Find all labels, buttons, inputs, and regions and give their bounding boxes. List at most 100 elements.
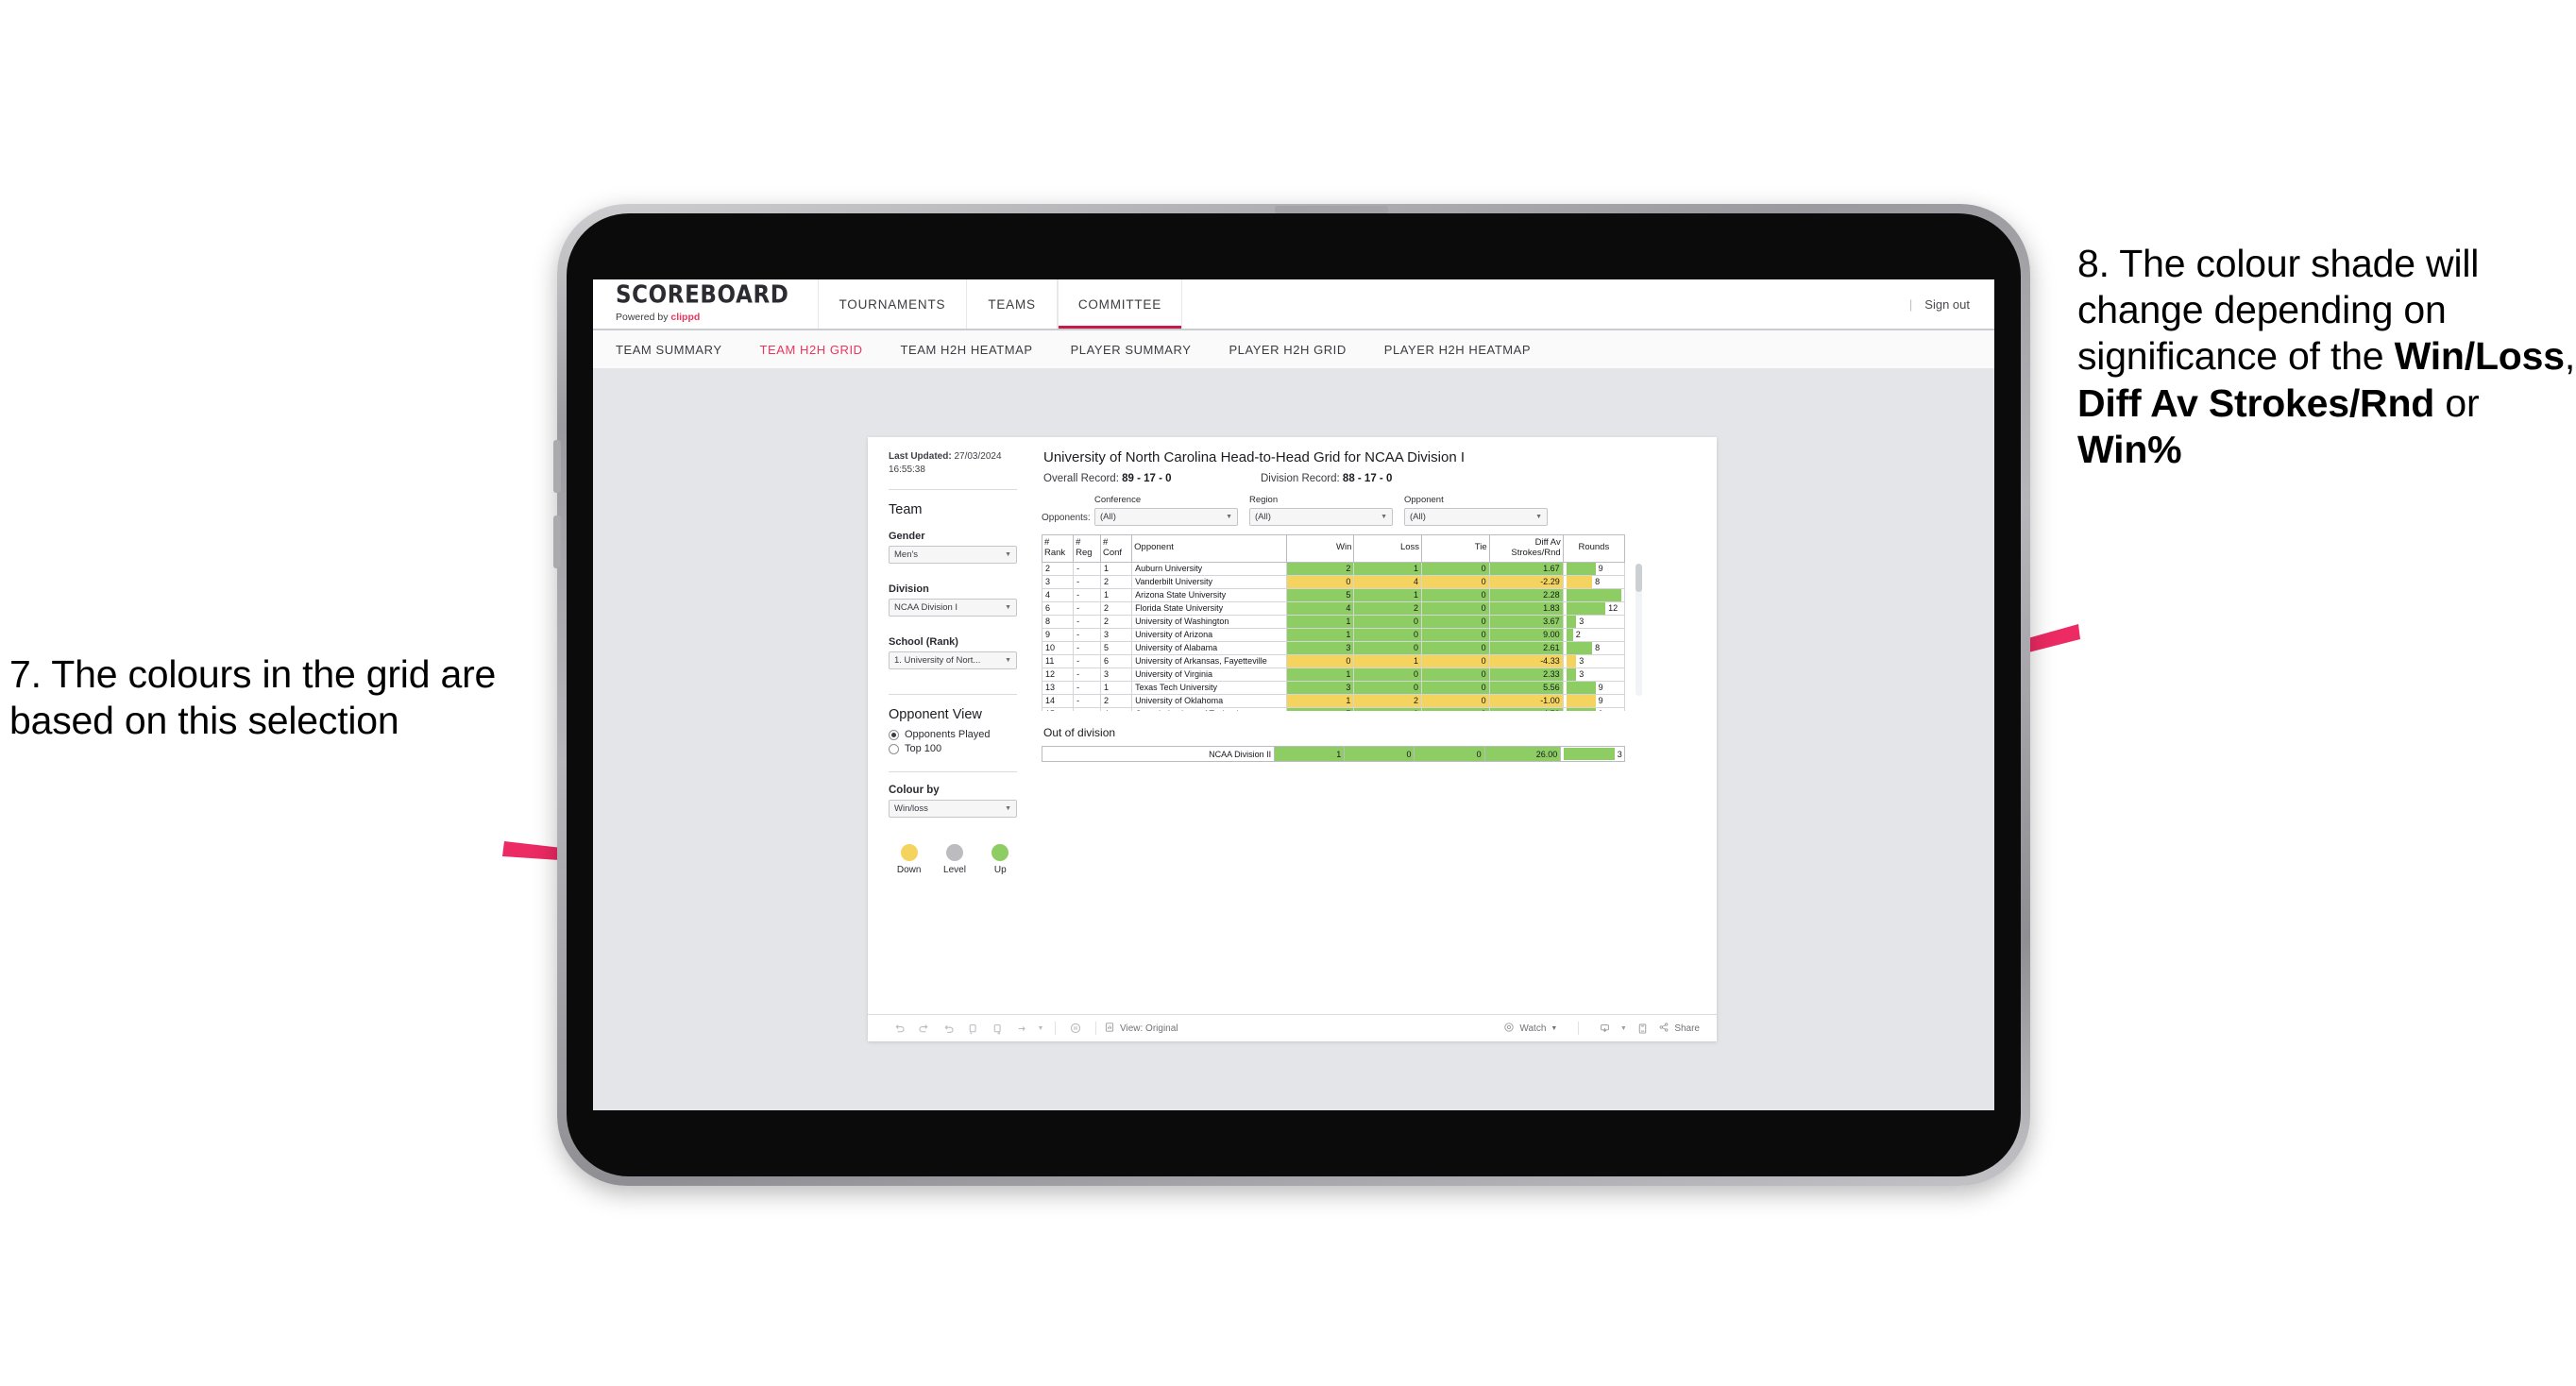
undo-custom-icon[interactable] xyxy=(1009,1016,1034,1040)
toolbar-divider-2 xyxy=(1095,1022,1096,1035)
rounds-value: 9 xyxy=(1596,708,1603,711)
cell-rank: 2 xyxy=(1042,561,1075,576)
cell-win: 1 xyxy=(1285,693,1355,708)
cell-win: 3 xyxy=(1285,680,1355,695)
cell-reg: - xyxy=(1073,680,1101,695)
watch-button[interactable]: Watch ▼ xyxy=(1503,1022,1557,1036)
cell-diff: 2.61 xyxy=(1488,640,1564,655)
cell-loss: 0 xyxy=(1353,640,1423,655)
table-row[interactable]: 8-2 University of Washington 1 0 0 3.67 3 xyxy=(1042,614,1625,629)
tab-team-summary[interactable]: TEAM SUMMARY xyxy=(616,343,722,357)
cell-tie: 0 xyxy=(1421,693,1490,708)
records-row: Overall Record: 89 - 17 - 0 Division Rec… xyxy=(1043,473,1705,484)
cell-rounds: 8 xyxy=(1562,640,1625,655)
tab-player-h2h-heatmap[interactable]: PLAYER H2H HEATMAP xyxy=(1384,343,1531,357)
col-conf[interactable]: # Conf xyxy=(1099,534,1133,563)
rounds-bar-wrap: 9 xyxy=(1566,695,1621,707)
revert-icon[interactable] xyxy=(936,1016,960,1040)
device-power-button[interactable] xyxy=(1275,206,1388,213)
table-row[interactable]: 6-2 Florida State University 4 2 0 1.83 12 xyxy=(1042,600,1625,616)
col-tie[interactable]: Tie xyxy=(1421,534,1490,563)
division-select[interactable]: NCAA Division I ▼ xyxy=(889,599,1017,617)
sign-out-label: Sign out xyxy=(1924,296,1970,312)
tab-player-h2h-grid[interactable]: PLAYER H2H GRID xyxy=(1229,343,1346,357)
fullscreen-icon[interactable] xyxy=(1630,1016,1654,1040)
table-scrollbar-thumb[interactable] xyxy=(1635,564,1642,592)
table-row[interactable]: 11-6 University of Arkansas, Fayetteville… xyxy=(1042,653,1625,668)
opponent-select[interactable]: (All) ▼ xyxy=(1404,508,1548,526)
region-select[interactable]: (All) ▼ xyxy=(1249,508,1393,526)
table-row[interactable]: 13-1 Texas Tech University 3 0 0 5.56 9 xyxy=(1042,680,1625,695)
rounds-bar-wrap: 9 xyxy=(1566,682,1621,694)
cell-conf: 4 xyxy=(1099,706,1133,711)
device-volume-button-2[interactable] xyxy=(553,516,561,568)
radio-top-100[interactable]: Top 100 xyxy=(889,743,1017,754)
colour-by-value: Win/loss xyxy=(894,803,928,814)
col-rank[interactable]: # Rank xyxy=(1042,534,1075,563)
download-icon[interactable] xyxy=(1592,1016,1617,1040)
conference-select[interactable]: (All) ▼ xyxy=(1094,508,1238,526)
rounds-bar xyxy=(1566,602,1606,615)
tab-player-summary[interactable]: PLAYER SUMMARY xyxy=(1071,343,1192,357)
col-diff[interactable]: Diff Av Strokes/Rnd xyxy=(1488,534,1564,563)
cell-conf: 3 xyxy=(1099,627,1133,642)
table-row[interactable]: 12-3 University of Virginia 1 0 0 2.33 3 xyxy=(1042,667,1625,682)
pause-refresh-icon[interactable] xyxy=(985,1016,1009,1040)
conference-filter: Conference (All) ▼ xyxy=(1094,495,1238,526)
view-original-button[interactable]: View: Original xyxy=(1104,1022,1178,1036)
cell-diff: -2.29 xyxy=(1488,574,1564,589)
pause-auto-update-icon[interactable] xyxy=(1063,1016,1088,1040)
sign-out-button[interactable]: | Sign out xyxy=(1909,279,1970,329)
dashboard-body: Last Updated: 27/03/2024 16:55:38 Team G… xyxy=(868,437,1717,1014)
table-row[interactable]: 9-3 University of Arizona 1 0 0 9.00 2 xyxy=(1042,627,1625,642)
ood-rounds-bar-wrap: 3 xyxy=(1564,748,1622,760)
colour-by-select[interactable]: Win/loss ▼ xyxy=(889,800,1017,818)
cell-tie: 0 xyxy=(1421,653,1490,668)
table-row[interactable]: 15-4Georgia Institute of Technology5004.… xyxy=(1042,706,1625,711)
rounds-bar xyxy=(1566,682,1596,694)
rounds-bar xyxy=(1566,629,1573,641)
col-loss[interactable]: Loss xyxy=(1353,534,1423,563)
cell-reg: - xyxy=(1073,640,1101,655)
undo-icon[interactable] xyxy=(887,1016,911,1040)
cell-opponent: University of Alabama xyxy=(1131,640,1287,655)
cell-diff: 9.00 xyxy=(1488,627,1564,642)
cell-win: 1 xyxy=(1285,667,1355,682)
school-select[interactable]: 1. University of Nort... ▼ xyxy=(889,651,1017,669)
nav-tab-tournaments[interactable]: TOURNAMENTS xyxy=(819,279,967,329)
gender-select[interactable]: Men's ▼ xyxy=(889,546,1017,564)
division-label: Division xyxy=(889,583,929,595)
cell-opponent: University of Arkansas, Fayetteville xyxy=(1131,653,1287,668)
table-row[interactable]: 3-2 Vanderbilt University 0 4 0 -2.29 8 xyxy=(1042,574,1625,589)
table-row[interactable]: 4-1Arizona State University5102.2817 xyxy=(1042,587,1625,602)
device-volume-button[interactable] xyxy=(553,440,561,493)
table-row[interactable]: 2-1 Auburn University 2 1 0 1.67 9 xyxy=(1042,561,1625,576)
cell-reg: - xyxy=(1073,653,1101,668)
share-button[interactable]: Share xyxy=(1658,1022,1700,1036)
refresh-icon[interactable] xyxy=(960,1016,985,1040)
nav-tab-committee[interactable]: COMMITTEE xyxy=(1057,279,1183,329)
col-reg[interactable]: # Reg xyxy=(1073,534,1101,563)
cell-win: 0 xyxy=(1285,574,1355,589)
grid-body: 2-1 Auburn University 2 1 0 1.67 9 3-2 Vanderbil… xyxy=(1042,561,1625,711)
col-rounds[interactable]: Rounds xyxy=(1562,534,1625,563)
redo-icon[interactable] xyxy=(911,1016,936,1040)
rounds-bar xyxy=(1566,655,1577,668)
cell-conf: 2 xyxy=(1099,614,1133,629)
download-dropdown-icon[interactable]: ▼ xyxy=(1617,1016,1630,1040)
table-row[interactable]: 10-5 University of Alabama 3 0 0 2.61 8 xyxy=(1042,640,1625,655)
legend-label-level: Level xyxy=(943,865,966,875)
col-win[interactable]: Win xyxy=(1285,534,1355,563)
nav-tab-teams[interactable]: TEAMS xyxy=(967,279,1057,329)
tab-team-h2h-grid[interactable]: TEAM H2H GRID xyxy=(760,343,863,357)
chevron-down-icon: ▼ xyxy=(1005,657,1011,664)
toolbar-dropdown-icon[interactable]: ▼ xyxy=(1034,1016,1047,1040)
cell-reg: - xyxy=(1073,614,1101,629)
radio-opponents-played[interactable]: Opponents Played xyxy=(889,729,1017,740)
conference-label: Conference xyxy=(1094,495,1142,505)
tab-team-h2h-heatmap[interactable]: TEAM H2H HEATMAP xyxy=(901,343,1033,357)
col-opponent[interactable]: Opponent xyxy=(1131,534,1287,563)
table-row[interactable]: 14-2 University of Oklahoma 1 2 0 -1.00 9 xyxy=(1042,693,1625,708)
cell-tie: 0 xyxy=(1421,680,1490,695)
annotation-right-number: 8. xyxy=(2077,242,2110,285)
